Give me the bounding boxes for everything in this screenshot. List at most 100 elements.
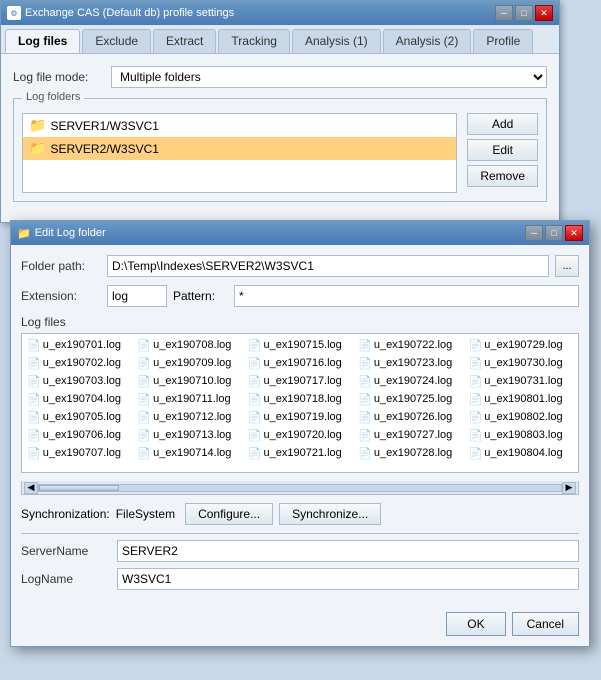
folder-path-input[interactable]	[107, 255, 549, 277]
log-file-item[interactable]: 📄u_ex190707.log	[24, 444, 134, 462]
server-name-label: ServerName	[21, 544, 111, 558]
folder-icon-2: 📁	[29, 140, 46, 157]
horizontal-scrollbar[interactable]: ◀ ▶	[21, 481, 579, 495]
log-file-item[interactable]: 📄u_ex190703.log	[24, 372, 134, 390]
file-icon: 📄	[358, 393, 372, 406]
log-file-item[interactable]: 📄u_ex190705.log	[24, 408, 134, 426]
tab-log-files[interactable]: Log files	[5, 29, 80, 53]
log-file-item[interactable]: 📄u_ex190730.log	[466, 354, 576, 372]
log-file-item[interactable]: 📄u_ex190725.log	[355, 390, 465, 408]
separator-1	[21, 533, 579, 534]
log-file-item[interactable]: 📄u_ex190728.log	[355, 444, 465, 462]
log-file-item[interactable]: 📄u_ex190718.log	[245, 390, 355, 408]
scrollbar-track[interactable]	[38, 484, 562, 492]
file-icon: 📄	[358, 447, 372, 460]
log-file-item[interactable]: 📄u_ex190701.log	[24, 336, 134, 354]
cancel-button[interactable]: Cancel	[512, 612, 579, 636]
file-icon: 📄	[27, 393, 41, 406]
log-file-item[interactable]: 📄u_ex190709.log	[134, 354, 244, 372]
log-file-item[interactable]: 📄u_ex190721.log	[245, 444, 355, 462]
dialog-content: Folder path: ... Extension: Pattern: Log…	[11, 245, 589, 606]
minimize-button[interactable]: ─	[495, 5, 513, 21]
log-file-item[interactable]: 📄u_ex190712.log	[134, 408, 244, 426]
tab-extract[interactable]: Extract	[153, 29, 216, 53]
log-file-mode-select[interactable]: Multiple folders	[111, 66, 547, 88]
log-file-item[interactable]: 📄u_ex190726.log	[355, 408, 465, 426]
dialog-title-bar: 📁 Edit Log folder ─ □ ✕	[11, 221, 589, 245]
log-file-item[interactable]: 📄u_ex190801.log	[466, 390, 576, 408]
edit-log-folder-dialog: 📁 Edit Log folder ─ □ ✕ Folder path: ...…	[10, 220, 590, 647]
dialog-close-button[interactable]: ✕	[565, 225, 583, 241]
log-file-item[interactable]: 📄u_ex190716.log	[245, 354, 355, 372]
sync-value: FileSystem	[116, 507, 175, 521]
log-file-item[interactable]: 📄u_ex190710.log	[134, 372, 244, 390]
folder-buttons: Add Edit Remove	[467, 113, 538, 193]
log-file-item[interactable]: 📄u_ex190727.log	[355, 426, 465, 444]
edit-button[interactable]: Edit	[467, 139, 538, 161]
file-icon: 📄	[137, 393, 151, 406]
log-file-item[interactable]: 📄u_ex190729.log	[466, 336, 576, 354]
log-name-label: LogName	[21, 572, 111, 586]
tab-tracking[interactable]: Tracking	[218, 29, 290, 53]
file-icon: 📄	[469, 339, 483, 352]
scrollbar-thumb[interactable]	[39, 485, 119, 491]
close-button[interactable]: ✕	[535, 5, 553, 21]
log-files-section: Log files 📄u_ex190701.log 📄u_ex190708.lo…	[21, 315, 579, 473]
log-file-item[interactable]: 📄u_ex190704.log	[24, 390, 134, 408]
pattern-input[interactable]	[234, 285, 579, 307]
log-file-item[interactable]: 📄u_ex190731.log	[466, 372, 576, 390]
log-name-input[interactable]	[117, 568, 579, 590]
folder-item-1[interactable]: 📁 SERVER1/W3SVC1	[23, 114, 456, 137]
server-name-input[interactable]	[117, 540, 579, 562]
log-file-item[interactable]: 📄u_ex190803.log	[466, 426, 576, 444]
dialog-minimize-button[interactable]: ─	[525, 225, 543, 241]
log-file-item[interactable]: 📄u_ex190714.log	[134, 444, 244, 462]
file-icon: 📄	[137, 357, 151, 370]
file-icon: 📄	[27, 411, 41, 424]
tab-exclude[interactable]: Exclude	[82, 29, 151, 53]
log-file-item[interactable]: 📄u_ex190706.log	[24, 426, 134, 444]
add-button[interactable]: Add	[467, 113, 538, 135]
scrollbar-right-arrow[interactable]: ▶	[562, 482, 576, 494]
log-file-item[interactable]: 📄u_ex190723.log	[355, 354, 465, 372]
log-file-mode-label: Log file mode:	[13, 70, 103, 84]
log-file-item[interactable]: 📄u_ex190711.log	[134, 390, 244, 408]
log-file-item[interactable]: 📄u_ex190804.log	[466, 444, 576, 462]
log-file-item[interactable]: 📄u_ex190722.log	[355, 336, 465, 354]
file-icon: 📄	[248, 429, 262, 442]
file-icon: 📄	[27, 375, 41, 388]
folder-name-1: SERVER1/W3SVC1	[50, 119, 159, 133]
folder-item-2[interactable]: 📁 SERVER2/W3SVC1	[23, 137, 456, 160]
log-file-item[interactable]: 📄u_ex190719.log	[245, 408, 355, 426]
log-file-item[interactable]: 📄u_ex190702.log	[24, 354, 134, 372]
log-file-item[interactable]: 📄u_ex190720.log	[245, 426, 355, 444]
configure-button[interactable]: Configure...	[185, 503, 273, 525]
browse-button[interactable]: ...	[555, 255, 579, 277]
log-file-item[interactable]: 📄u_ex190802.log	[466, 408, 576, 426]
scrollbar-left-arrow[interactable]: ◀	[24, 482, 38, 494]
folder-icon-1: 📁	[29, 117, 46, 134]
log-file-item[interactable]: 📄u_ex190713.log	[134, 426, 244, 444]
log-file-item[interactable]: 📄u_ex190708.log	[134, 336, 244, 354]
log-file-mode-row: Log file mode: Multiple folders	[13, 66, 547, 88]
maximize-button[interactable]: □	[515, 5, 533, 21]
extension-input[interactable]	[107, 285, 167, 307]
log-file-item[interactable]: 📄u_ex190715.log	[245, 336, 355, 354]
file-icon: 📄	[27, 357, 41, 370]
tab-analysis-1[interactable]: Analysis (1)	[292, 29, 381, 53]
ok-button[interactable]: OK	[446, 612, 505, 636]
log-file-item[interactable]: 📄u_ex190717.log	[245, 372, 355, 390]
tab-profile[interactable]: Profile	[473, 29, 533, 53]
folder-list[interactable]: 📁 SERVER1/W3SVC1 📁 SERVER2/W3SVC1	[22, 113, 457, 193]
file-icon: 📄	[248, 411, 262, 424]
file-icon: 📄	[137, 447, 151, 460]
dialog-icon: 📁	[17, 227, 31, 240]
log-folders-group: Log folders 📁 SERVER1/W3SVC1 📁 SERVER2/W…	[13, 98, 547, 202]
dialog-maximize-button[interactable]: □	[545, 225, 563, 241]
log-file-item[interactable]: 📄u_ex190724.log	[355, 372, 465, 390]
tab-analysis-2[interactable]: Analysis (2)	[383, 29, 472, 53]
remove-button[interactable]: Remove	[467, 165, 538, 187]
synchronize-button[interactable]: Synchronize...	[279, 503, 381, 525]
file-icon: 📄	[469, 429, 483, 442]
file-icon: 📄	[358, 411, 372, 424]
